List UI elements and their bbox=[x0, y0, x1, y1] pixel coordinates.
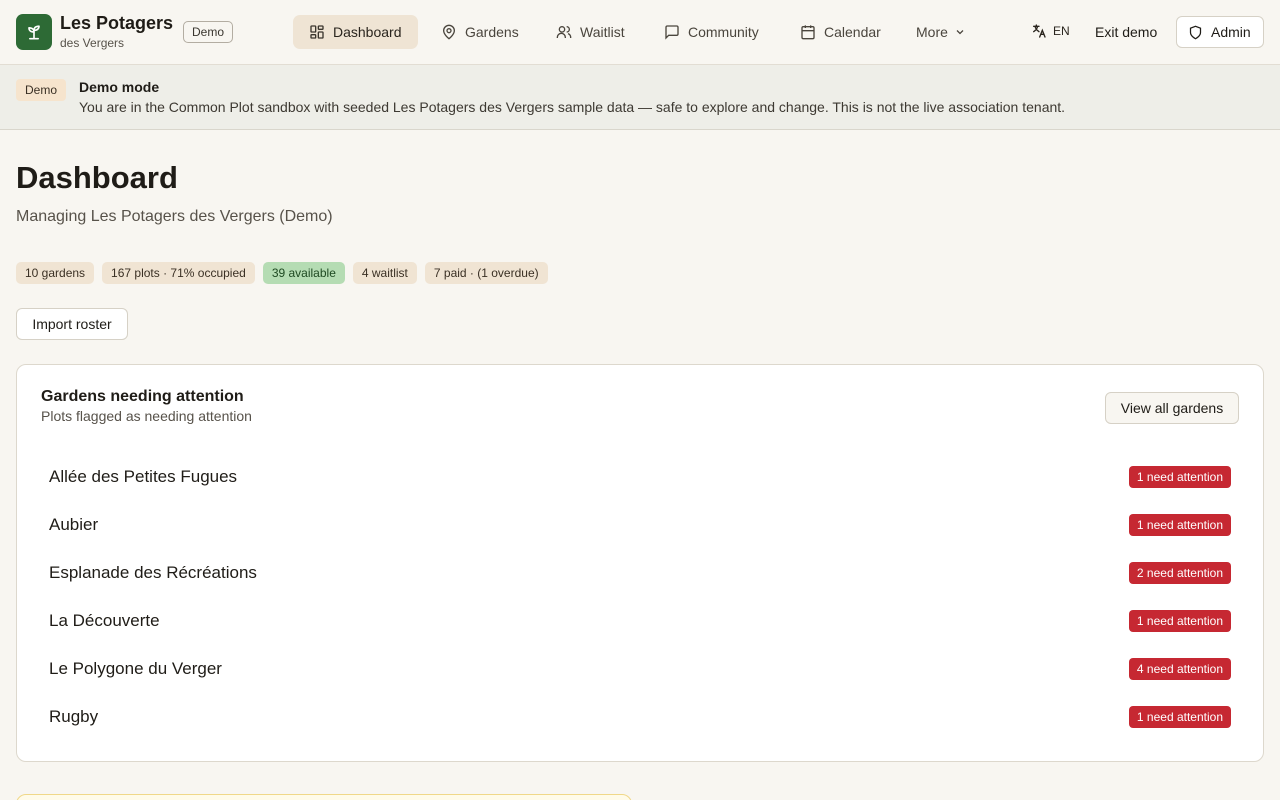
nav-label: Dashboard bbox=[333, 24, 402, 40]
banner-text: You are in the Common Plot sandbox with … bbox=[79, 99, 1066, 115]
stat-waitlist: 4 waitlist bbox=[352, 262, 417, 284]
calendar-icon bbox=[801, 25, 815, 40]
garden-row[interactable]: Allée des Petites Fugues 1 need attentio… bbox=[41, 453, 1239, 501]
language-label: EN bbox=[1053, 24, 1070, 38]
garden-row[interactable]: La Découverte 1 need attention bbox=[41, 597, 1239, 645]
garden-row[interactable]: Le Polygone du Verger 4 need attention bbox=[41, 645, 1239, 693]
banner-title: Demo mode bbox=[79, 79, 160, 95]
next-card-partial bbox=[16, 794, 632, 800]
gardens-attention-card: Gardens needing attention Plots flagged … bbox=[16, 364, 1264, 762]
demo-banner: Demo Demo mode You are in the Common Plo… bbox=[0, 65, 1280, 130]
garden-list: Allée des Petites Fugues 1 need attentio… bbox=[41, 453, 1239, 741]
page-subtitle: Managing Les Potagers des Vergers (Demo) bbox=[16, 208, 333, 225]
brand-title[interactable]: Les Potagers bbox=[60, 13, 173, 34]
card-subtitle: Plots flagged as needing attention bbox=[41, 408, 252, 424]
attention-badge: 1 need attention bbox=[1128, 514, 1231, 536]
top-header: Les Potagers des Vergers Demo Dashboard … bbox=[0, 0, 1280, 65]
attention-badge: 1 need attention bbox=[1128, 466, 1231, 488]
attention-badge: 1 need attention bbox=[1128, 706, 1231, 728]
language-switcher[interactable]: EN bbox=[1031, 23, 1070, 39]
attention-badge: 1 need attention bbox=[1128, 610, 1231, 632]
garden-name: Rugby bbox=[49, 707, 99, 726]
page-title: Dashboard bbox=[16, 160, 178, 195]
nav-label: Community bbox=[688, 24, 759, 40]
translate-icon bbox=[1033, 24, 1046, 38]
import-roster-button[interactable]: Import roster bbox=[16, 308, 128, 340]
nav-waitlist[interactable]: Waitlist bbox=[540, 15, 641, 49]
message-icon bbox=[665, 25, 679, 40]
card-title: Gardens needing attention bbox=[41, 388, 244, 405]
nav-community[interactable]: Community bbox=[648, 15, 775, 49]
stat-paid: 7 paid · (1 overdue) bbox=[424, 262, 548, 284]
nav-dashboard[interactable]: Dashboard bbox=[293, 15, 418, 49]
view-all-gardens-button[interactable]: View all gardens bbox=[1105, 392, 1239, 424]
stat-available: 39 available bbox=[262, 262, 345, 284]
stat-gardens: 10 gardens bbox=[16, 262, 95, 284]
garden-row[interactable]: Esplanade des Récréations 2 need attenti… bbox=[41, 549, 1239, 597]
admin-label: Admin bbox=[1211, 24, 1251, 40]
nav-calendar[interactable]: Calendar bbox=[784, 15, 897, 49]
garden-name: Allée des Petites Fugues bbox=[49, 467, 238, 486]
dashboard-icon bbox=[310, 25, 324, 39]
sprout-logo-icon[interactable] bbox=[16, 14, 52, 50]
garden-row[interactable]: Aubier 1 need attention bbox=[41, 501, 1239, 549]
users-icon bbox=[556, 26, 572, 38]
exit-demo-link[interactable]: Exit demo bbox=[1095, 24, 1157, 40]
brand-subtitle: des Vergers bbox=[60, 36, 125, 50]
garden-name: Aubier bbox=[49, 515, 99, 534]
shield-icon bbox=[1189, 25, 1202, 39]
nav-label: Waitlist bbox=[580, 24, 625, 40]
garden-name: Esplanade des Récréations bbox=[49, 563, 257, 582]
attention-badge: 4 need attention bbox=[1128, 658, 1231, 680]
demo-chip: Demo bbox=[183, 21, 234, 43]
garden-name: Le Polygone du Verger bbox=[49, 659, 222, 678]
admin-button[interactable]: Admin bbox=[1176, 16, 1264, 48]
nav-label: Gardens bbox=[465, 24, 519, 40]
nav-label: More bbox=[916, 24, 948, 40]
stats-row: 10 gardens 167 plots · 71% occupied 39 a… bbox=[16, 262, 548, 284]
nav-gardens[interactable]: Gardens bbox=[425, 15, 535, 49]
attention-badge: 2 need attention bbox=[1128, 562, 1231, 584]
garden-name: La Découverte bbox=[49, 611, 160, 630]
map-pin-icon bbox=[442, 24, 456, 40]
garden-row[interactable]: Rugby 1 need attention bbox=[41, 693, 1239, 741]
chevron-down-icon bbox=[956, 30, 964, 35]
stat-plots: 167 plots · 71% occupied bbox=[102, 262, 255, 284]
demo-badge: Demo bbox=[16, 79, 67, 101]
nav-more[interactable]: More bbox=[900, 15, 982, 49]
nav-label: Calendar bbox=[824, 24, 881, 40]
